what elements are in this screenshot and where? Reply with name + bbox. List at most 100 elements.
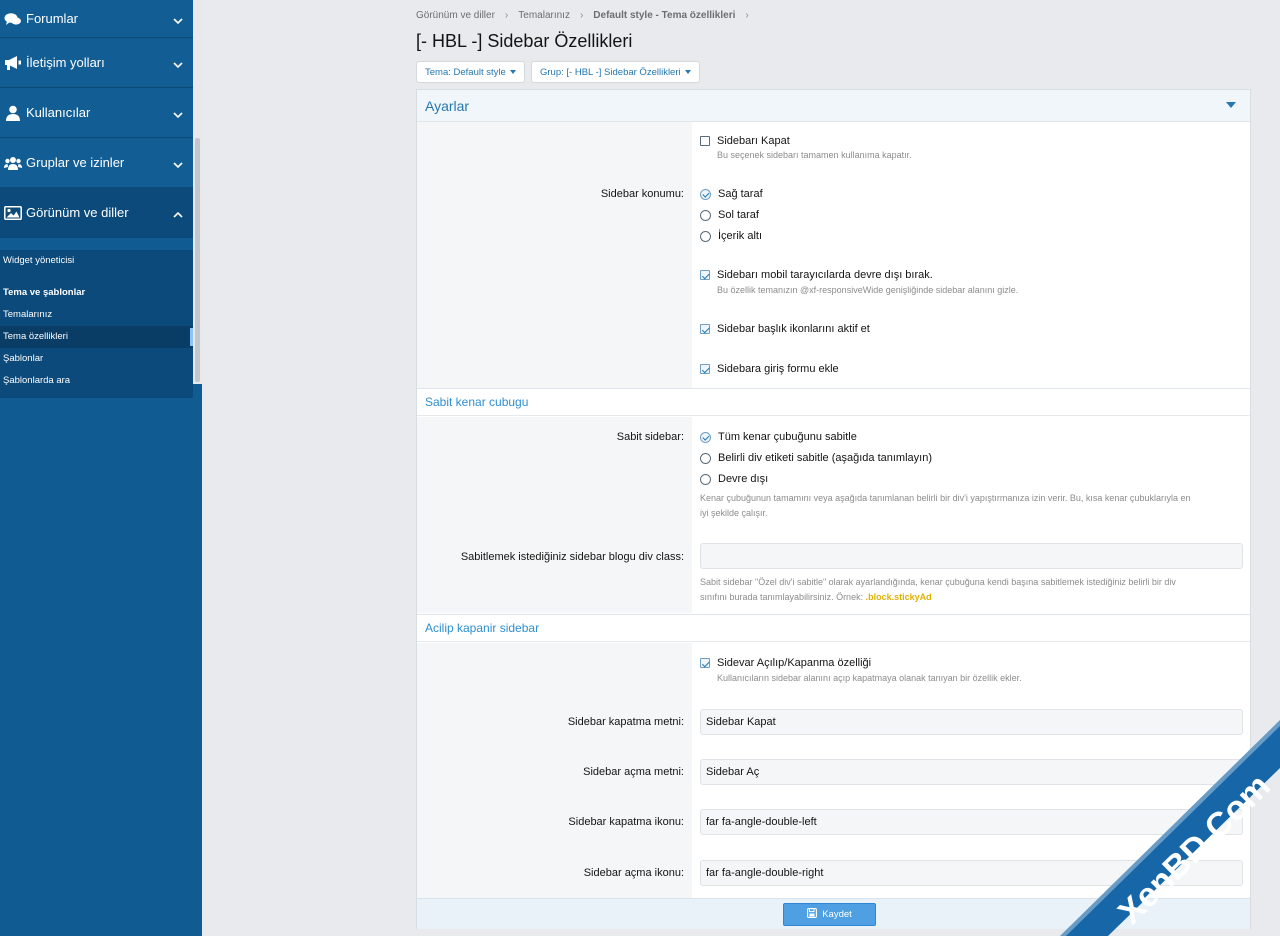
close-text-input[interactable]: Sidebar Kapat [700,709,1243,735]
option-label: Devre dışı [718,473,769,485]
hint-text: sınıfını burada tanımlayabilirsiniz. Örn… [700,592,864,602]
panel-footer: Kaydet [417,898,1250,929]
breadcrumb-item[interactable]: Default style - Tema özellikleri [593,10,735,21]
login-form-checkbox[interactable]: Sidebara giriş formu ekle [700,363,839,375]
nav-section-forums[interactable]: Forumlar [0,0,193,38]
chevron-down-icon [173,108,183,118]
field-label: Sidebar kapatma ikonu: [568,816,684,828]
group-filter-label: Grup: [- HBL -] Sidebar Özellikleri [540,66,681,78]
nav-section-label: Görünüm ve diller [26,205,129,220]
nav-section-groups[interactable]: Gruplar ve izinler [0,138,193,188]
breadcrumb: Görünüm ve diller › Temalarınız › Defaul… [416,10,749,21]
panel-header[interactable]: Ayarlar [417,90,1250,122]
sidebar-item-your-themes[interactable]: Temalarınız [0,304,193,326]
checkbox-checked-icon [700,364,710,374]
caret-down-icon [684,70,691,74]
nav-section-label: Forumlar [26,11,79,26]
chevron-down-icon [173,158,183,168]
user-icon [4,105,22,121]
open-icon-input[interactable]: far fa-angle-double-right [700,860,1243,886]
section-heading-collapse: Acilip kapanir sidebar [417,614,1250,642]
position-radio-right[interactable]: Sağ taraf [700,188,763,200]
collapse-toggle-checkbox[interactable]: Sidevar Açılıp/Kapanma özelliği [700,657,871,669]
sticky-class-input[interactable] [700,543,1243,569]
disable-sidebar-checkbox[interactable]: Sidebarı Kapat [700,135,790,147]
checkbox-checked-icon [700,324,710,334]
panel-title: Ayarlar [425,97,470,114]
hint-line: Kenar çubuğunun tamamını veya aşağıda ta… [700,493,1191,503]
chevron-right-icon: › [579,10,584,21]
nav-section-users[interactable]: Kullanıcılar [0,88,193,138]
checkbox-checked-icon [700,658,710,668]
sticky-radio-all[interactable]: Tüm kenar çubuğunu sabitle [700,431,857,443]
chevron-right-icon: › [745,10,749,21]
mobile-disable-checkbox[interactable]: Sidebarı mobil tarayıcılarda devre dışı … [700,269,933,281]
checkbox-icon [700,136,710,146]
sticky-radio-disabled[interactable]: Devre dışı [700,473,768,485]
nav-section-label: Kullanıcılar [26,105,91,120]
page-title: [- HBL -] Sidebar Özellikleri [416,31,633,51]
chevron-down-icon [173,14,183,24]
admin-sidebar: Forumlar İletişim yolları Kullanıcılar G… [0,0,202,936]
nav-section-communication[interactable]: İletişim yolları [0,38,193,88]
chevron-down-icon [173,58,183,68]
option-hint: Bu özellik temanızın @xf-responsiveWide … [717,285,1019,295]
option-hint: Bu seçenek sidebarı tamamen kullanıma ka… [717,150,912,160]
option-label: Sol taraf [718,209,759,221]
field-label: Sabitlemek istediğiniz sidebar blogu div… [460,551,684,563]
field-label: Sidebar açma metni: [583,766,684,778]
radio-icon [700,209,711,221]
save-icon [807,908,818,921]
chevron-up-icon [173,208,183,218]
field-label: Sidebar açma ikonu: [583,867,684,879]
sticky-radio-div[interactable]: Belirli div etiketi sabitle (aşağıda tan… [700,452,932,464]
label-column [417,417,692,613]
option-label: Sidevar Açılıp/Kapanma özelliği [717,657,872,669]
option-hint: Kenar çubuğunun tamamını veya aşağıda ta… [700,491,1245,521]
options-panel: Ayarlar Sidebarı Kapat Bu seçenek sideba… [416,89,1251,929]
nav-section-label: Gruplar ve izinler [26,155,125,170]
radio-icon [700,452,711,464]
header-icons-checkbox[interactable]: Sidebar başlık ikonlarını aktif et [700,323,870,335]
option-hint: Sabit sidebar "Özel div'i sabitle" olara… [700,575,1245,605]
option-label: Tüm kenar çubuğunu sabitle [718,431,857,443]
option-label: Sidebarı Kapat [717,135,790,147]
users-icon [4,155,22,171]
caret-down-icon [509,70,516,74]
field-label: Sabit sidebar: [616,431,684,443]
sidebar-item-widget-manager[interactable]: Widget yöneticisi [0,250,193,272]
radio-icon [700,473,711,485]
breadcrumb-item[interactable]: Temalarınız [518,10,570,21]
open-text-input[interactable]: Sidebar Aç [700,759,1243,785]
label-column [417,122,692,388]
position-radio-left[interactable]: Sol taraf [700,209,759,221]
hint-line: iyi şekilde çalışır. [700,508,768,518]
theme-filter-dropdown[interactable]: Tema: Default style [416,61,525,83]
breadcrumb-item[interactable]: Görünüm ve diller [416,10,495,21]
option-label: Sidebara giriş formu ekle [717,363,839,375]
sidebar-item-theme-properties[interactable]: Tema özellikleri [0,326,193,348]
hint-line: Sabit sidebar "Özel div'i sabitle" olara… [700,577,1176,587]
option-label: Sidebarı mobil tarayıcılarda devre dışı … [717,269,933,281]
radio-checked-icon [700,188,711,200]
save-button[interactable]: Kaydet [783,903,876,926]
group-filter-dropdown[interactable]: Grup: [- HBL -] Sidebar Özellikleri [531,61,700,83]
radio-icon [700,230,711,242]
close-icon-input[interactable]: far fa-angle-double-left [700,809,1243,835]
comments-icon [4,11,22,27]
save-button-label: Kaydet [822,909,852,920]
chevron-right-icon: › [504,10,509,21]
sidebar-item-templates[interactable]: Şablonlar [0,348,193,370]
appearance-submenu: Widget yöneticisi Tema ve şablonlar Tema… [0,250,193,398]
nav-section-appearance[interactable]: Görünüm ve diller [0,188,193,238]
option-label: İçerik altı [718,230,763,242]
collapse-toggle-icon[interactable] [1226,102,1236,108]
sidebar-nav: Forumlar İletişim yolları Kullanıcılar G… [0,0,193,398]
example-code: .block.stickyAd [865,592,932,602]
option-hint: Kullanıcıların sidebar alanını açıp kapa… [717,673,1022,683]
position-radio-below[interactable]: İçerik altı [700,230,762,242]
sidebar-scrollbar-thumb[interactable] [195,138,200,382]
hint-line: sınıfını burada tanımlayabilirsiniz. Örn… [700,590,1245,605]
sidebar-item-template-search[interactable]: Şablonlarda ara [0,370,193,392]
option-label: Belirli div etiketi sabitle (aşağıda tan… [718,452,932,464]
